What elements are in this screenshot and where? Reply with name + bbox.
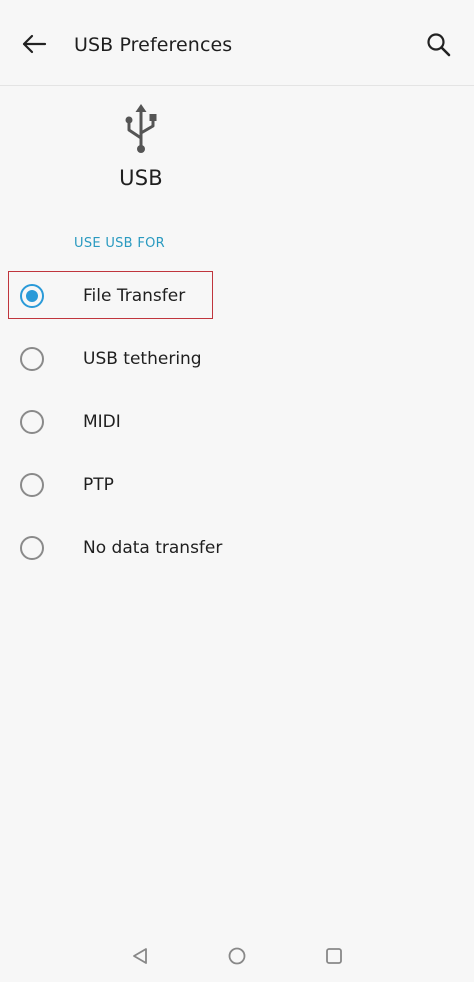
search-button[interactable] <box>418 24 460 66</box>
radio-unchecked-icon[interactable] <box>20 536 44 560</box>
radio-unchecked-icon[interactable] <box>20 473 44 497</box>
option-label: No data transfer <box>83 538 223 558</box>
option-file-transfer[interactable]: File Transfer <box>0 265 474 327</box>
nav-recents-button[interactable] <box>320 942 348 970</box>
usb-header: USB <box>86 100 196 190</box>
triangle-back-icon <box>133 948 147 964</box>
square-recents-icon <box>326 948 342 964</box>
option-ptp[interactable]: PTP <box>0 454 474 516</box>
nav-back-button[interactable] <box>126 942 154 970</box>
option-label: USB tethering <box>83 349 202 369</box>
usb-icon <box>125 104 157 153</box>
back-button[interactable] <box>14 24 54 64</box>
radio-checked-icon[interactable] <box>20 284 44 308</box>
system-nav-bar <box>0 928 474 982</box>
arrow-left-icon <box>22 34 47 54</box>
page-title: USB Preferences <box>74 34 233 56</box>
app-bar: USB Preferences <box>0 0 474 86</box>
option-label: MIDI <box>83 412 121 432</box>
radio-unchecked-icon[interactable] <box>20 347 44 371</box>
usb-preferences-screen: USB Preferences USB USE USB FOR File Tra… <box>0 0 474 982</box>
usb-title: USB <box>119 166 163 190</box>
nav-home-button[interactable] <box>223 942 251 970</box>
option-no-data-transfer[interactable]: No data transfer <box>0 517 474 579</box>
circle-home-icon <box>228 947 246 965</box>
section-label: USE USB FOR <box>74 236 165 251</box>
option-label: PTP <box>83 475 114 495</box>
radio-unchecked-icon[interactable] <box>20 410 44 434</box>
search-icon <box>427 33 451 57</box>
option-usb-tethering[interactable]: USB tethering <box>0 328 474 390</box>
option-label: File Transfer <box>83 286 186 306</box>
option-midi[interactable]: MIDI <box>0 391 474 453</box>
